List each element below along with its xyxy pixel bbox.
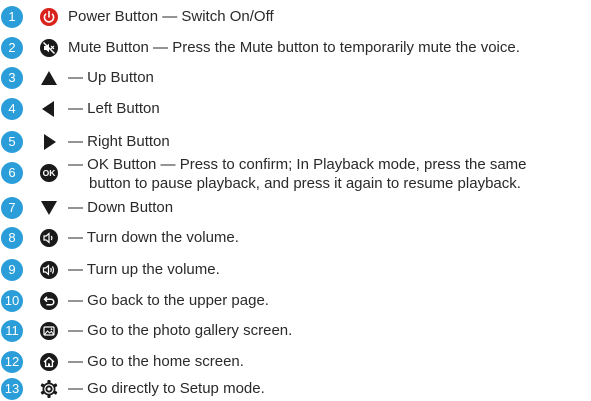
- item-text-line1: — OK Button — Press to confirm; In Playb…: [68, 156, 527, 173]
- list-item-mute: 2 Mute Button — Press the Mute button to…: [0, 36, 591, 60]
- volume-up-icon: [39, 260, 59, 280]
- item-text: — Go to the photo gallery screen.: [68, 322, 293, 339]
- item-text: — Right Button: [68, 133, 170, 150]
- gallery-icon: [39, 321, 59, 341]
- list-item-home: 12 — Go to the home screen.: [0, 350, 591, 374]
- list-item-down: 7 — Down Button: [0, 196, 591, 220]
- list-item-up: 3 — Up Button: [0, 66, 591, 90]
- left-arrow-icon: [39, 99, 59, 119]
- number-badge: 6: [1, 162, 23, 184]
- item-text: — Turn up the volume.: [68, 261, 220, 278]
- list-item-gallery: 11 — Go to the photo gallery screen.: [0, 319, 591, 343]
- home-icon: [39, 352, 59, 372]
- item-text: — Left Button: [68, 100, 160, 117]
- list-item-ok: 6 OK — OK Button — Press to confirm; In …: [0, 156, 591, 200]
- mute-icon: [39, 38, 59, 58]
- item-text: — Go directly to Setup mode.: [68, 380, 265, 397]
- number-badge: 8: [1, 227, 23, 249]
- number-badge: 7: [1, 197, 23, 219]
- back-icon: [39, 291, 59, 311]
- item-text: — Down Button: [68, 199, 174, 216]
- list-item-back: 10 — Go back to the upper page.: [0, 289, 591, 313]
- number-badge: 1: [1, 6, 23, 28]
- number-badge: 11: [1, 320, 23, 342]
- item-text: — OK Button — Press to confirm; In Playb…: [68, 155, 527, 193]
- item-text: — Go to the home screen.: [68, 353, 244, 370]
- down-arrow-icon: [39, 198, 59, 218]
- number-badge: 13: [1, 378, 23, 400]
- list-item-volume-down: 8 — Turn down the volume.: [0, 226, 591, 250]
- item-text: — Up Button: [68, 69, 154, 86]
- number-badge: 2: [1, 37, 23, 59]
- volume-down-icon: [39, 228, 59, 248]
- item-text: — Go back to the upper page.: [68, 292, 269, 309]
- item-text-line2: button to pause playback, and press it a…: [89, 175, 521, 192]
- number-badge: 3: [1, 67, 23, 89]
- item-text: Power Button — Switch On/Off: [68, 8, 274, 25]
- number-badge: 9: [1, 259, 23, 281]
- number-badge: 12: [1, 351, 23, 373]
- item-text: Mute Button — Press the Mute button to t…: [68, 39, 520, 56]
- settings-icon: [39, 379, 59, 399]
- up-arrow-icon: [39, 68, 59, 88]
- list-item-left: 4 — Left Button: [0, 97, 591, 121]
- list-item-volume-up: 9 — Turn up the volume.: [0, 258, 591, 282]
- number-badge: 4: [1, 98, 23, 120]
- item-text: — Turn down the volume.: [68, 229, 239, 246]
- right-arrow-icon: [39, 132, 59, 152]
- ok-icon-label: OK: [43, 168, 57, 178]
- list-item-settings: 13 — Go directly to Setup mode.: [0, 377, 591, 401]
- ok-icon: OK: [39, 163, 59, 183]
- list-item-right: 5 — Right Button: [0, 130, 591, 154]
- number-badge: 5: [1, 131, 23, 153]
- list-item-power: 1 Power Button — Switch On/Off: [0, 5, 591, 29]
- number-badge: 10: [1, 290, 23, 312]
- power-icon: [39, 7, 59, 27]
